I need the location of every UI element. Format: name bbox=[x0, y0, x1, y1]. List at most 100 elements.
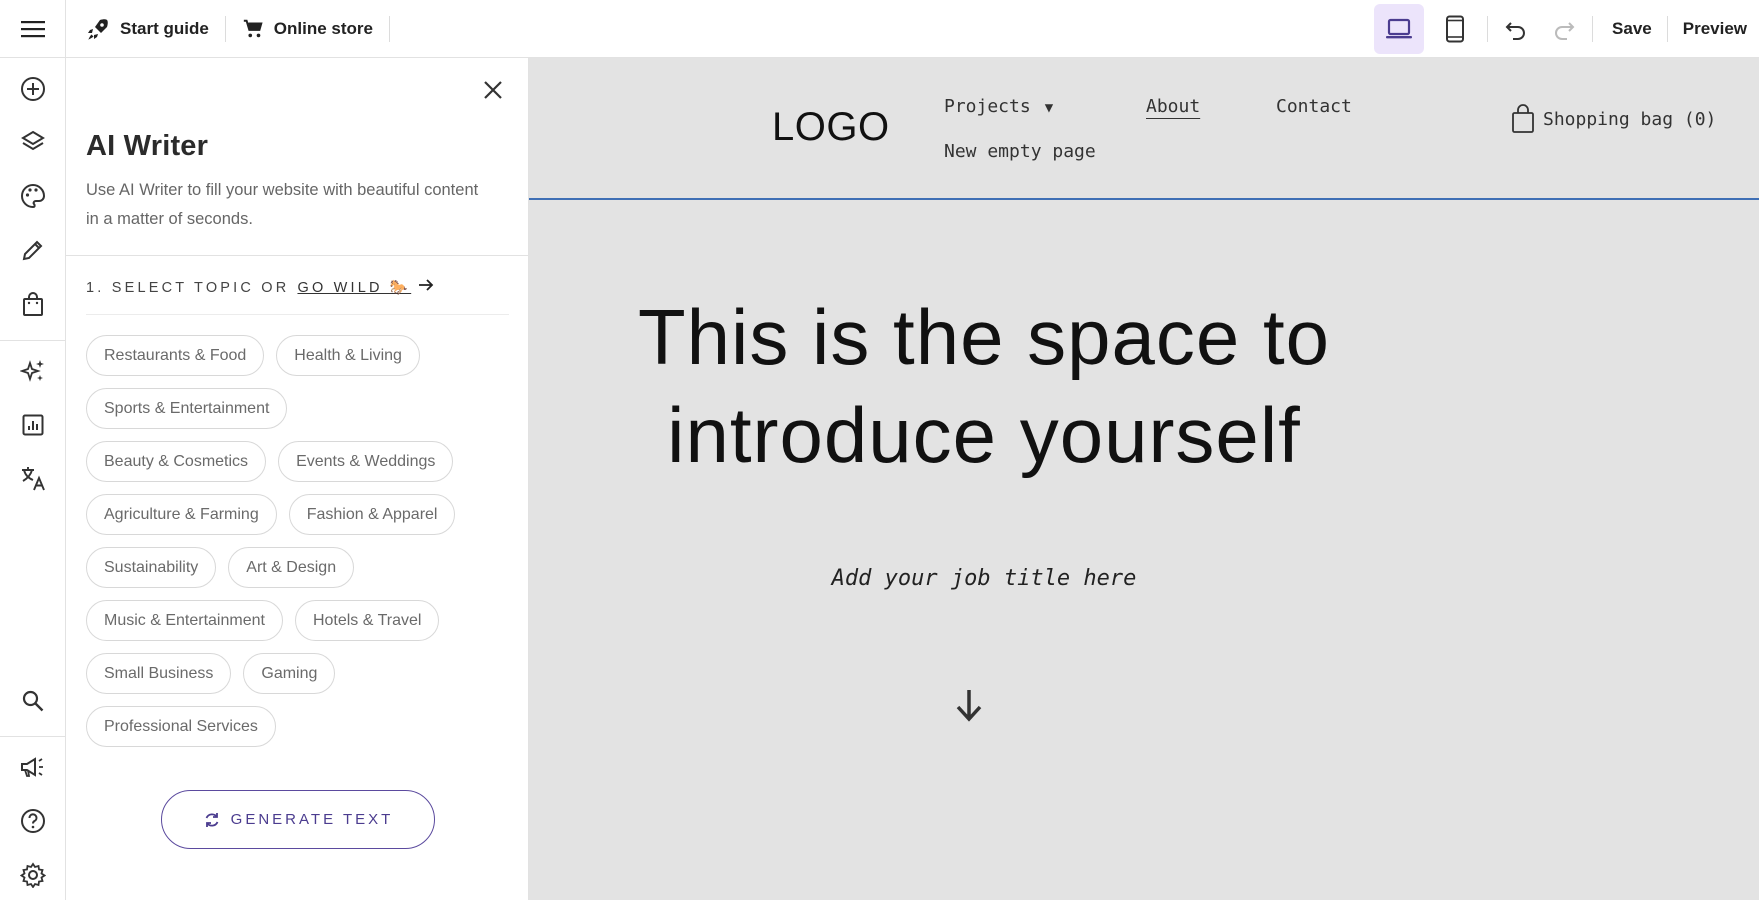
rocket-icon bbox=[88, 18, 108, 40]
shopping-bag-label: Shopping bag (0) bbox=[1543, 108, 1717, 130]
divider bbox=[0, 340, 66, 341]
redo-icon bbox=[1555, 21, 1575, 40]
start-guide-label: Start guide bbox=[120, 18, 209, 38]
topic-chip[interactable]: Events & Weddings bbox=[278, 441, 454, 482]
cart-icon bbox=[243, 19, 263, 37]
topic-chip-row: Small Business Gaming bbox=[86, 653, 506, 694]
topic-chip-list: Restaurants & Food Health & Living Sports … bbox=[86, 335, 506, 759]
nav-projects-label: Projects bbox=[944, 96, 1031, 117]
add-icon bbox=[21, 77, 45, 101]
panel-description: Use AI Writer to fill your website with … bbox=[86, 181, 479, 228]
shopping-bag-icon bbox=[1512, 104, 1534, 133]
add-element-button[interactable] bbox=[13, 69, 53, 109]
close-panel-button[interactable] bbox=[478, 75, 508, 105]
site-header[interactable]: LOGO Projects ▼ About Contact New empty p… bbox=[529, 58, 1759, 200]
site-logo[interactable]: LOGO bbox=[772, 105, 890, 150]
top-toolbar: Start guide Online store Save Preview bbox=[0, 0, 1759, 58]
hero-line: introduce yourself bbox=[667, 391, 1301, 479]
topic-chip[interactable]: Hotels & Travel bbox=[294, 600, 440, 641]
nav-new-empty-page[interactable]: New empty page bbox=[944, 141, 1096, 162]
help-icon bbox=[21, 809, 45, 833]
topic-chip[interactable]: Sustainability bbox=[86, 547, 217, 588]
laptop-icon bbox=[1386, 18, 1413, 38]
divider bbox=[0, 736, 66, 737]
save-button[interactable]: Save bbox=[1597, 19, 1667, 39]
topic-chip-row: Restaurants & Food Health & Living bbox=[86, 335, 506, 376]
divider bbox=[388, 15, 390, 42]
topic-chip[interactable]: Restaurants & Food bbox=[86, 335, 265, 376]
close-icon bbox=[484, 81, 502, 99]
undo-icon bbox=[1505, 21, 1526, 40]
topic-chip-row: Agriculture & Farming Fashion & Apparel bbox=[86, 494, 506, 535]
marketing-button[interactable] bbox=[13, 747, 53, 787]
topic-chip[interactable]: Art & Design bbox=[228, 547, 355, 588]
hamburger-icon bbox=[20, 20, 45, 37]
analytics-icon bbox=[22, 414, 44, 436]
divider bbox=[66, 255, 529, 256]
help-button[interactable] bbox=[13, 801, 53, 841]
redo-button[interactable] bbox=[1540, 4, 1588, 54]
job-title-text[interactable]: Add your job title here bbox=[529, 566, 1439, 591]
generate-text-button[interactable]: GENERATE TEXT bbox=[161, 790, 435, 849]
caret-down-icon: ▼ bbox=[1044, 100, 1054, 116]
settings-icon bbox=[20, 862, 46, 888]
topic-chip[interactable]: Small Business bbox=[86, 653, 232, 694]
topic-chip[interactable]: Gaming bbox=[243, 653, 336, 694]
layers-button[interactable] bbox=[13, 122, 53, 162]
scroll-down-button[interactable] bbox=[951, 685, 987, 725]
topic-chip-row: Professional Services bbox=[86, 706, 506, 747]
settings-button[interactable] bbox=[13, 855, 53, 895]
ai-writer-panel: AI Writer Use AI Writer to fill your web… bbox=[66, 58, 529, 900]
shopping-bag-icon bbox=[23, 292, 43, 316]
search-icon bbox=[22, 690, 44, 712]
undo-button[interactable] bbox=[1492, 4, 1540, 54]
topic-chip[interactable]: Sports & Entertainment bbox=[86, 388, 288, 429]
nav-contact[interactable]: Contact bbox=[1276, 96, 1352, 117]
topic-chip[interactable]: Music & Entertainment bbox=[86, 600, 283, 641]
mobile-view-button[interactable] bbox=[1430, 4, 1480, 54]
go-wild-link[interactable]: GO WILD 🐎 bbox=[297, 279, 411, 296]
nav-projects[interactable]: Projects ▼ bbox=[944, 96, 1053, 117]
hero-line: This is the space to bbox=[638, 293, 1330, 381]
palette-icon bbox=[21, 183, 46, 209]
design-button[interactable] bbox=[13, 176, 53, 216]
start-guide-button[interactable]: Start guide bbox=[66, 0, 225, 58]
topic-chip-row: Sports & Entertainment bbox=[86, 388, 506, 429]
online-store-button[interactable]: Online store bbox=[226, 0, 389, 58]
topic-chip[interactable]: Health & Living bbox=[276, 335, 420, 376]
topic-chip-row: Music & Entertainment Hotels & Travel bbox=[86, 600, 506, 641]
left-icon-rail bbox=[0, 58, 66, 900]
search-button[interactable] bbox=[13, 681, 53, 721]
hero-heading[interactable]: This is the space to introduce yourself bbox=[529, 288, 1439, 484]
smartphone-icon bbox=[1446, 15, 1465, 42]
site-preview-canvas[interactable]: LOGO Projects ▼ About Contact New empty p… bbox=[529, 58, 1759, 900]
shopping-bag-link[interactable]: Shopping bag (0) bbox=[1511, 104, 1716, 134]
online-store-label: Online store bbox=[273, 18, 373, 38]
edit-button[interactable] bbox=[13, 230, 53, 270]
ai-tools-button[interactable] bbox=[13, 351, 53, 391]
store-button[interactable] bbox=[13, 284, 53, 324]
refresh-icon bbox=[205, 812, 218, 827]
desktop-view-button[interactable] bbox=[1374, 3, 1425, 54]
divider bbox=[1592, 15, 1594, 42]
topic-chip[interactable]: Beauty & Cosmetics bbox=[86, 441, 267, 482]
generate-text-label: GENERATE TEXT bbox=[230, 811, 394, 828]
divider bbox=[1487, 15, 1489, 42]
step-label: 1. SELECT TOPIC OR bbox=[86, 279, 290, 296]
topic-chip[interactable]: Fashion & Apparel bbox=[288, 494, 456, 535]
analytics-button[interactable] bbox=[13, 405, 53, 445]
nav-about[interactable]: About bbox=[1146, 96, 1200, 117]
arrow-right-icon[interactable] bbox=[417, 277, 435, 293]
preview-button[interactable]: Preview bbox=[1668, 19, 1759, 39]
arrow-down-icon bbox=[956, 690, 982, 722]
hamburger-menu-button[interactable] bbox=[0, 0, 66, 58]
layers-icon bbox=[21, 130, 45, 151]
sparkle-icon bbox=[20, 360, 44, 382]
topic-chip-row: Beauty & Cosmetics Events & Weddings bbox=[86, 441, 506, 482]
translate-button[interactable] bbox=[13, 458, 53, 498]
divider bbox=[86, 314, 509, 315]
topic-chip[interactable]: Professional Services bbox=[86, 706, 276, 747]
pencil-icon bbox=[22, 240, 43, 261]
topic-chip[interactable]: Agriculture & Farming bbox=[86, 494, 277, 535]
topic-chip-row: Sustainability Art & Design bbox=[86, 547, 506, 588]
